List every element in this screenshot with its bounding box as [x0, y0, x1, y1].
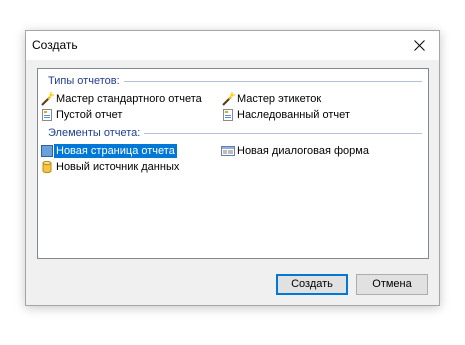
item-inherited-report[interactable]: Наследованный отчет: [221, 107, 350, 122]
close-icon: [414, 40, 425, 51]
item-label: Пустой отчет: [56, 108, 123, 121]
wand-icon: [40, 91, 54, 106]
cancel-button[interactable]: Отмена: [356, 274, 428, 295]
group-divider: [144, 132, 422, 134]
item-standard-report-wizard[interactable]: Мастер стандартного отчета: [40, 91, 202, 106]
item-label: Мастер стандартного отчета: [56, 92, 202, 105]
window-title: Создать: [32, 38, 78, 52]
group-header-report-elements: Элементы отчета:: [48, 126, 422, 140]
item-label: Наследованный отчет: [237, 108, 350, 121]
group-divider: [123, 80, 422, 82]
wand-icon: [221, 91, 235, 106]
item-label: Новый источник данных: [56, 160, 180, 173]
item-label: Мастер этикеток: [237, 92, 322, 105]
group-label-report-types: Типы отчетов:: [48, 75, 120, 87]
item-label: Новая страница отчета: [54, 143, 177, 158]
item-new-dialog-form[interactable]: Новая диалоговая форма: [221, 143, 369, 158]
database-icon: [40, 160, 54, 174]
blank-report-icon: [40, 108, 54, 122]
create-dialog: Создать Типы отчетов: Мастер стандартног…: [25, 30, 440, 306]
items-panel: Типы отчетов: Мастер стандартного отчета: [37, 68, 429, 259]
create-button[interactable]: Создать: [276, 274, 348, 295]
title-bar: Создать: [26, 31, 439, 60]
close-button[interactable]: [399, 31, 439, 60]
report-page-icon: [40, 144, 54, 158]
item-blank-report[interactable]: Пустой отчет: [40, 107, 122, 122]
inherited-report-icon: [221, 108, 235, 122]
item-label-wizard[interactable]: Мастер этикеток: [221, 91, 321, 106]
item-new-report-page[interactable]: Новая страница отчета: [40, 143, 177, 158]
group-header-report-types: Типы отчетов:: [48, 74, 422, 88]
item-label: Новая диалоговая форма: [237, 144, 369, 157]
group-label-report-elements: Элементы отчета:: [48, 127, 141, 139]
item-new-data-source[interactable]: Новый источник данных: [40, 159, 179, 174]
dialog-form-icon: [221, 144, 235, 158]
